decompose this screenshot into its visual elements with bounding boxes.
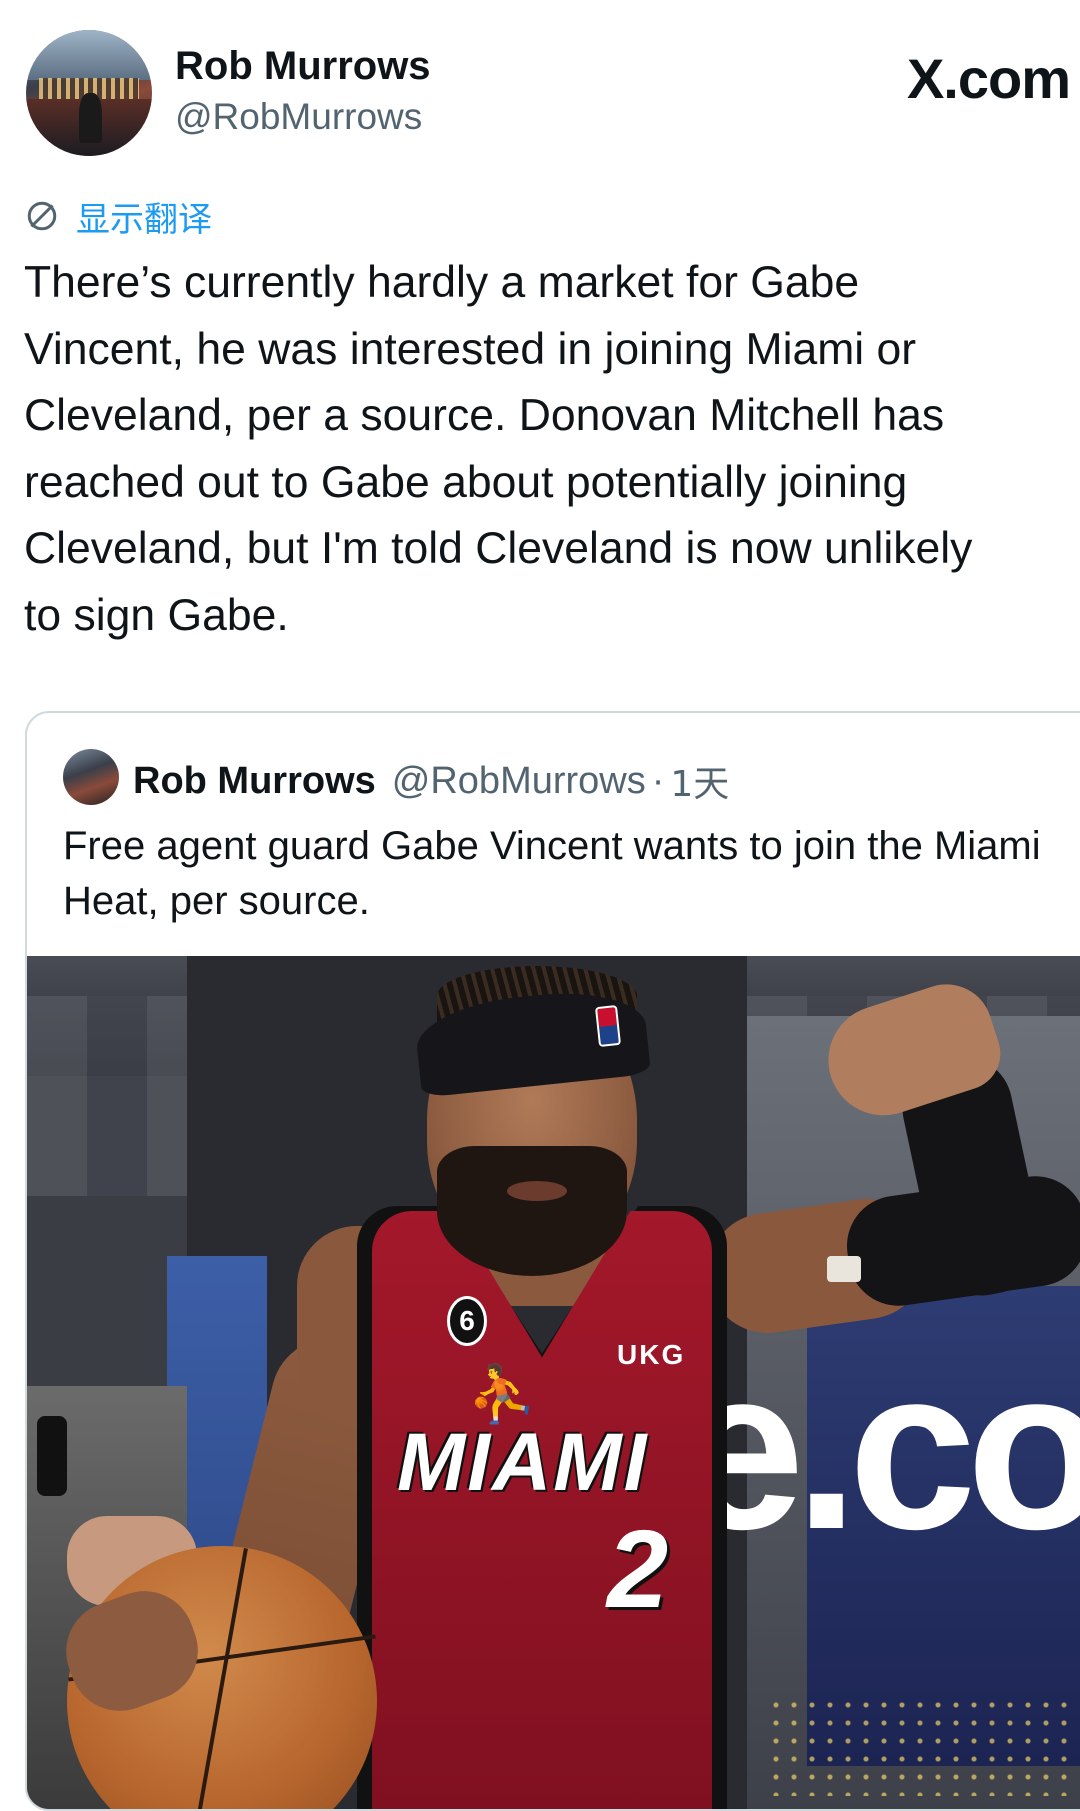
- author-name[interactable]: Rob Murrows: [175, 44, 431, 89]
- quoted-author-name[interactable]: Rob Murrows: [133, 760, 376, 803]
- jersey-team-name: MIAMI: [397, 1417, 649, 1508]
- nba-logo-icon: [594, 1004, 622, 1048]
- translate-globe-icon: [27, 201, 57, 231]
- jersey-sponsor: UKG: [617, 1339, 686, 1370]
- show-translation-label: 显示翻译: [76, 199, 212, 240]
- tweet-body: There’s currently hardly a market for Ga…: [24, 258, 973, 640]
- quoted-tweet-time[interactable]: 1天: [670, 755, 729, 807]
- quoted-author-handle[interactable]: @RobMurrows: [392, 760, 646, 803]
- separator-dot: ·: [651, 759, 665, 802]
- author-avatar[interactable]: [26, 30, 152, 156]
- jersey-patch: 6: [447, 1296, 487, 1346]
- quoted-tweet-body: Free agent guard Gabe Vincent wants to j…: [63, 824, 1041, 923]
- quoted-author-avatar[interactable]: [63, 749, 119, 805]
- quoted-tweet-header: Rob Murrows @RobMurrows · 1天: [133, 753, 729, 809]
- jersey-number: 2: [607, 1508, 669, 1631]
- author-handle[interactable]: @RobMurrows: [175, 96, 422, 138]
- quoted-tweet-card[interactable]: Rob Murrows @RobMurrows · 1天 Free agent …: [25, 711, 1080, 1811]
- brand-watermark: X.com: [906, 47, 1071, 110]
- quoted-tweet-photo[interactable]: ie.co 6 ⛹ UKG MIAMI 2: [27, 956, 1080, 1809]
- show-translation-button[interactable]: 显示翻译: [24, 194, 212, 240]
